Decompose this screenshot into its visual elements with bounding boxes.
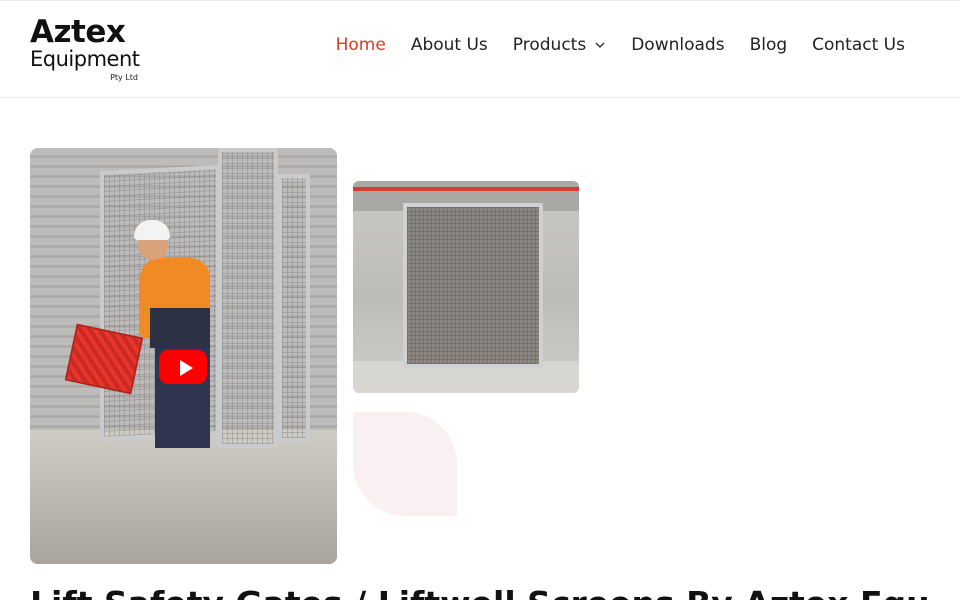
nav-about-us[interactable]: About Us [411, 35, 488, 55]
nav-products-label: Products [512, 35, 587, 55]
site-header: Aztex Equipment Pty Ltd Home About Us Pr… [0, 0, 960, 98]
installed-safety-cage [403, 203, 543, 368]
gallery-image[interactable] [353, 181, 579, 393]
decorative-blob [353, 412, 457, 516]
nav-blog[interactable]: Blog [750, 35, 788, 55]
logo-subtitle: Equipment [30, 47, 140, 71]
play-icon [180, 360, 193, 376]
main-navigation: Home About Us Products Downloads Blog Co… [311, 35, 905, 55]
page-title: Lift Safety Gates / Liftwell Screens By … [30, 584, 930, 600]
logo-legal: Pty Ltd [110, 73, 138, 82]
nav-contact-us[interactable]: Contact Us [812, 35, 905, 55]
chevron-down-icon [595, 42, 605, 48]
red-pipe [353, 187, 579, 191]
nav-products[interactable]: Products [513, 35, 606, 55]
worker-vest [150, 308, 210, 348]
logo-wordmark: Aztex [30, 14, 126, 50]
site-logo[interactable]: Aztex Equipment Pty Ltd [30, 15, 142, 85]
cage-panel-right [278, 174, 310, 442]
video-thumbnail[interactable] [30, 148, 337, 564]
cage-door [218, 148, 278, 448]
nav-downloads[interactable]: Downloads [631, 35, 724, 55]
floor-background [30, 430, 337, 564]
nav-home[interactable]: Home [336, 35, 386, 55]
